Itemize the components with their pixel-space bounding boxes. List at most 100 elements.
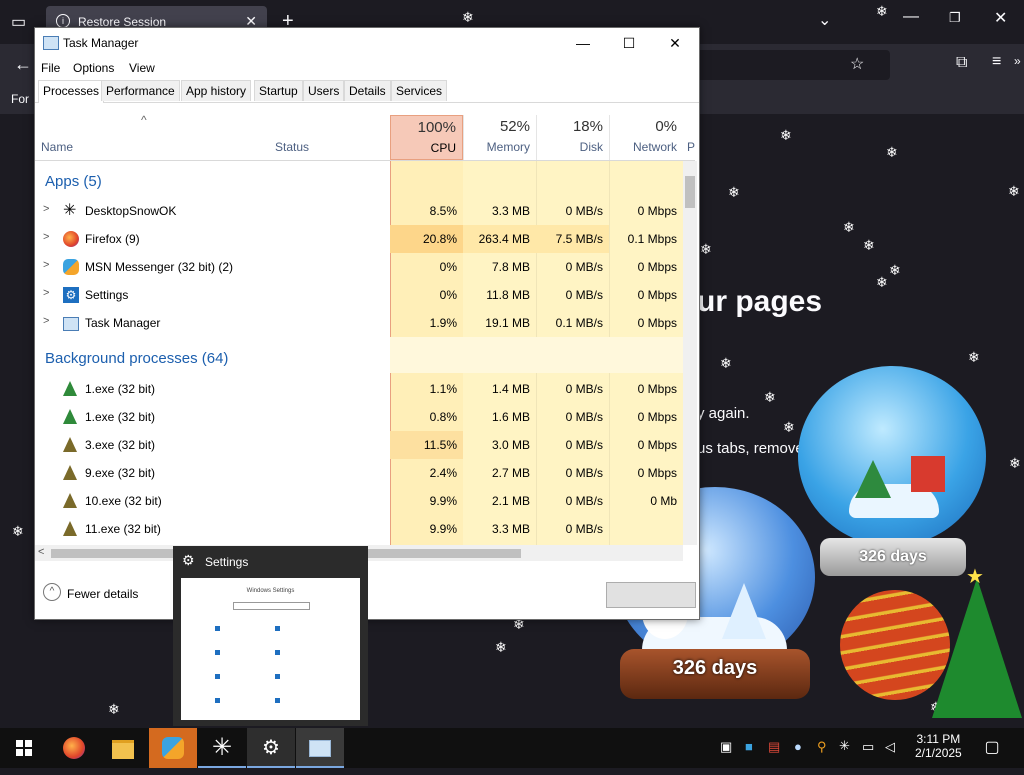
scroll-left-icon[interactable]: < bbox=[38, 546, 44, 558]
snow-globe-right: 326 days bbox=[795, 366, 990, 581]
snowflake-icon: ❄ bbox=[720, 355, 732, 371]
clock-date: 2/1/2025 bbox=[915, 746, 962, 760]
clock[interactable]: 3:11 PM 2/1/2025 bbox=[915, 732, 962, 760]
group-background-processes[interactable]: Background processes (64) bbox=[45, 350, 228, 367]
taskbar-file-explorer[interactable] bbox=[99, 728, 147, 768]
process-row[interactable]: 10.exe (32 bit) 9.9% 2.1 MB 0 MB/s 0 Mb bbox=[35, 487, 683, 515]
tab-performance[interactable]: Performance bbox=[101, 80, 180, 101]
minimize-button[interactable]: — bbox=[568, 32, 598, 54]
minimize-icon[interactable]: — bbox=[903, 8, 919, 26]
fewer-details-link[interactable]: Fewer details bbox=[67, 587, 138, 601]
process-row[interactable]: 11.exe (32 bit) 9.9% 3.3 MB 0 MB/s bbox=[35, 515, 683, 543]
menu-hamburger-icon[interactable]: ≡ bbox=[992, 53, 1001, 71]
expand-chevron-icon[interactable]: > bbox=[43, 231, 49, 243]
process-row[interactable]: > Task Manager 1.9% 19.1 MB 0.1 MB/s 0 M… bbox=[35, 309, 683, 337]
overflow-chevron-icon[interactable]: » bbox=[1014, 54, 1021, 68]
expand-chevron-icon[interactable]: > bbox=[43, 315, 49, 327]
tab-list-icon[interactable]: ▭ bbox=[11, 12, 26, 32]
tab-users[interactable]: Users bbox=[303, 80, 345, 101]
taskbar-firefox[interactable] bbox=[50, 728, 98, 768]
settings-gear-icon: ⚙ bbox=[182, 552, 195, 568]
column-cpu[interactable]: 100% CPU bbox=[390, 115, 463, 160]
column-memory[interactable]: 52% Memory bbox=[463, 115, 536, 160]
taskbar-desktopsnowok[interactable]: ✳ bbox=[198, 728, 246, 768]
memory-value: 2.7 MB bbox=[491, 466, 530, 480]
process-row[interactable]: > Firefox (9) 20.8% 263.4 MB 7.5 MB/s 0.… bbox=[35, 225, 683, 253]
process-row[interactable]: > MSN Messenger (32 bit) (2) 0% 7.8 MB 0… bbox=[35, 253, 683, 281]
tray-square-icon[interactable]: ■ bbox=[745, 739, 753, 754]
tree-star-icon: ★ bbox=[966, 566, 984, 588]
back-icon[interactable]: ← bbox=[14, 54, 32, 75]
disk-value: 0 MB/s bbox=[565, 438, 603, 452]
vertical-scroll-thumb[interactable] bbox=[685, 176, 695, 208]
tray-printer-icon[interactable]: ▤ bbox=[768, 739, 780, 755]
action-center-button[interactable]: ▢ bbox=[968, 728, 1016, 768]
title-bar[interactable]: Task Manager — ☐ ✕ bbox=[35, 28, 699, 58]
snowflake-icon: ❄ bbox=[876, 3, 888, 19]
volume-muted-icon[interactable]: ◁ bbox=[885, 739, 895, 755]
expand-chevron-icon[interactable]: > bbox=[43, 203, 49, 215]
tree-icon bbox=[63, 381, 77, 396]
taskbar-msn-messenger[interactable] bbox=[149, 728, 197, 768]
tab-processes[interactable]: Processes bbox=[38, 80, 105, 103]
snowflake-icon: ❄ bbox=[462, 9, 474, 25]
column-name[interactable]: Name bbox=[41, 140, 73, 154]
expand-chevron-icon[interactable]: > bbox=[43, 287, 49, 299]
end-task-button[interactable] bbox=[606, 582, 696, 608]
taskbar-settings[interactable]: ⚙ bbox=[247, 728, 295, 768]
disk-value: 0 MB/s bbox=[565, 494, 603, 508]
windows-logo-icon bbox=[16, 740, 32, 756]
process-list: Apps (5) > ✳ DesktopSnowOK 8.5% 3.3 MB 0… bbox=[35, 161, 683, 545]
taskbar-task-manager[interactable] bbox=[296, 728, 344, 768]
bookmarks-toolbar-item[interactable]: For bbox=[11, 92, 29, 106]
tray-drop-icon[interactable]: ● bbox=[794, 739, 802, 754]
process-row[interactable]: 1.exe (32 bit) 0.8% 1.6 MB 0 MB/s 0 Mbps bbox=[35, 403, 683, 431]
chevron-up-icon[interactable]: ^ bbox=[43, 583, 61, 601]
network-icon[interactable]: ▭ bbox=[862, 739, 874, 755]
close-window-icon[interactable]: ✕ bbox=[994, 8, 1007, 28]
list-all-tabs-icon[interactable]: ⌄ bbox=[818, 10, 831, 30]
start-button[interactable] bbox=[0, 728, 48, 768]
snowflake-icon: ❄ bbox=[780, 127, 792, 143]
tray-snowflake-icon[interactable]: ✳ bbox=[839, 738, 850, 754]
settings-taskbar-preview[interactable]: ⚙ Settings Windows Settings bbox=[173, 546, 368, 726]
tray-app-icon[interactable]: ▣ bbox=[720, 739, 732, 755]
close-button[interactable]: ✕ bbox=[660, 32, 690, 54]
tab-details[interactable]: Details bbox=[344, 80, 391, 101]
process-row[interactable]: 1.exe (32 bit) 1.1% 1.4 MB 0 MB/s 0 Mbps bbox=[35, 375, 683, 403]
process-row[interactable]: 9.exe (32 bit) 2.4% 2.7 MB 0 MB/s 0 Mbps bbox=[35, 459, 683, 487]
network-value: 0 Mbps bbox=[637, 288, 677, 302]
menu-options[interactable]: Options bbox=[73, 61, 114, 75]
network-value: 0 Mbps bbox=[637, 204, 677, 218]
column-status[interactable]: Status bbox=[275, 140, 309, 154]
bookmark-star-icon[interactable]: ☆ bbox=[850, 54, 864, 74]
maximize-button[interactable]: ☐ bbox=[614, 32, 644, 54]
tab-strip: Processes Performance App history Startu… bbox=[35, 80, 699, 103]
process-row[interactable]: > ✳ DesktopSnowOK 8.5% 3.3 MB 0 MB/s 0 M… bbox=[35, 197, 683, 225]
tray-search-icon[interactable]: ⚲ bbox=[817, 739, 827, 755]
tab-services[interactable]: Services bbox=[391, 80, 448, 101]
firefox-icon bbox=[63, 737, 85, 759]
menu-file[interactable]: File bbox=[41, 61, 60, 75]
column-disk[interactable]: 18% Disk bbox=[536, 115, 609, 160]
network-percent: 0% bbox=[655, 118, 677, 135]
preview-thumbnail[interactable]: Windows Settings bbox=[181, 578, 360, 720]
column-power-truncated[interactable]: P bbox=[687, 140, 695, 154]
column-network[interactable]: 0% Network bbox=[609, 115, 683, 160]
tab-app-history[interactable]: App history bbox=[181, 80, 252, 101]
cpu-value: 9.9% bbox=[429, 522, 457, 536]
restore-icon[interactable]: ❐ bbox=[949, 10, 961, 26]
extensions-icon[interactable]: ⧉ bbox=[956, 54, 967, 72]
snowflake-icon: ❄ bbox=[843, 219, 855, 235]
process-name: 10.exe (32 bit) bbox=[85, 494, 162, 508]
group-apps[interactable]: Apps (5) bbox=[45, 173, 102, 190]
menu-view[interactable]: View bbox=[129, 61, 155, 75]
vertical-scrollbar[interactable] bbox=[683, 161, 697, 545]
tab-startup[interactable]: Startup bbox=[254, 80, 303, 101]
process-row[interactable]: > ⚙ Settings 0% 11.8 MB 0 MB/s 0 Mbps bbox=[35, 281, 683, 309]
process-row[interactable]: 3.exe (32 bit) 11.5% 3.0 MB 0 MB/s 0 Mbp… bbox=[35, 431, 683, 459]
thumbnail-item-icon bbox=[215, 674, 255, 680]
settings-gear-icon: ⚙ bbox=[262, 737, 280, 759]
expand-chevron-icon[interactable]: > bbox=[43, 259, 49, 271]
thumbnail-item-icon bbox=[215, 626, 255, 632]
